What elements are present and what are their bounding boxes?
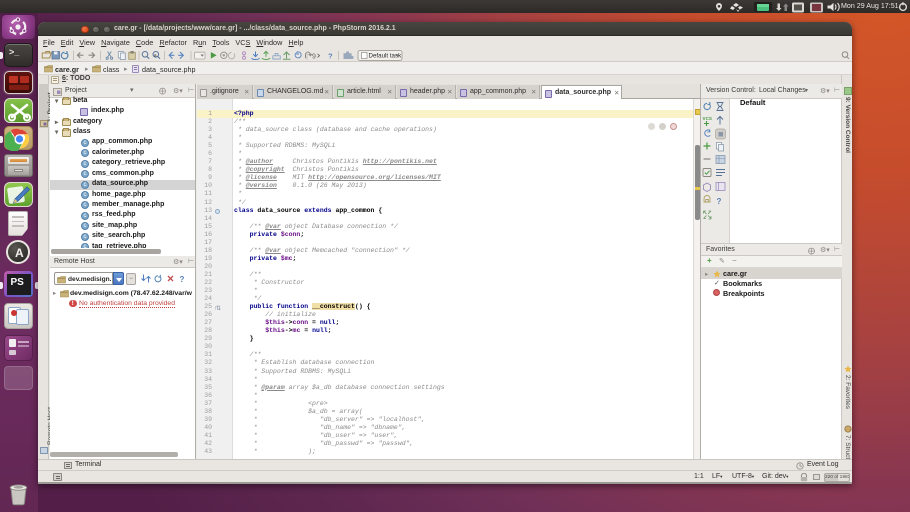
svg-text:?: ? [717, 197, 722, 206]
svg-text:?: ? [180, 275, 185, 284]
svg-text:?: ? [328, 51, 333, 60]
svg-text:VCS: VCS [703, 116, 712, 121]
svg-text:9: 9 [312, 53, 316, 60]
